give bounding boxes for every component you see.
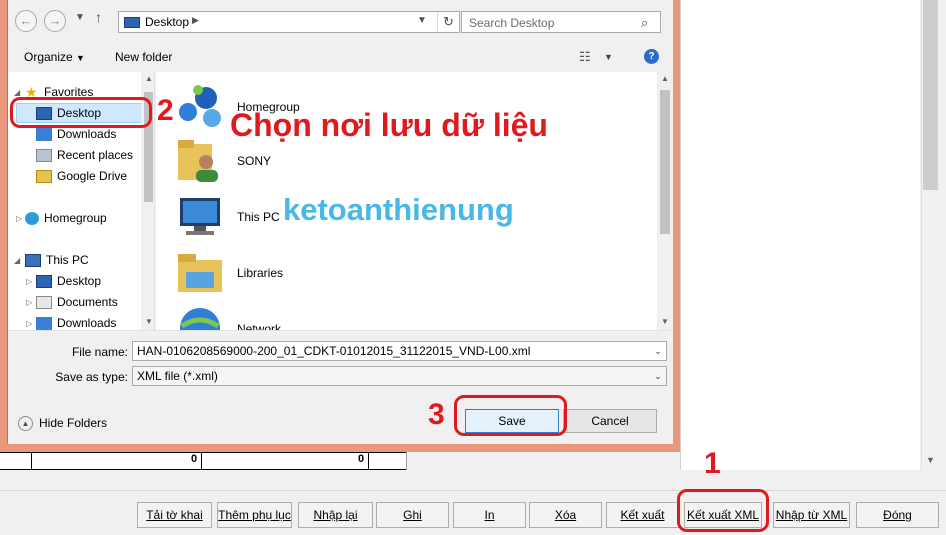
grid-divider <box>368 452 369 470</box>
user-folder-icon <box>178 140 218 182</box>
file-name: Network <box>237 322 282 330</box>
scrollbar-thumb[interactable] <box>923 0 938 190</box>
desktop-icon <box>36 275 52 289</box>
step-number-1: 1 <box>704 447 721 480</box>
address-bar[interactable]: Desktop ▶ ▼ ↻ <box>118 11 460 33</box>
file-name-field[interactable]: HAN-0106208569000-200_01_CDKT-01012015_3… <box>132 341 667 361</box>
import-xml-button[interactable]: Nhập từ XML <box>773 502 850 528</box>
recent-places-icon <box>36 149 52 163</box>
delete-button[interactable]: Xóa <box>529 502 602 528</box>
up-arrow-icon[interactable]: ↑ <box>95 9 102 25</box>
grid-divider <box>201 452 202 470</box>
chevron-down-icon: ▼ <box>76 53 85 63</box>
print-button[interactable]: In <box>453 502 526 528</box>
search-input[interactable]: Search Desktop ⌕ <box>461 11 661 33</box>
address-dropdown-icon[interactable]: ▼ <box>417 15 427 26</box>
sidebar-item-pc-downloads[interactable]: Downloads <box>36 313 116 330</box>
address-location[interactable]: Desktop <box>145 15 189 29</box>
organize-button[interactable]: Organize ▼ <box>24 50 85 64</box>
sidebar-item-documents[interactable]: Documents <box>36 292 118 312</box>
network-icon <box>180 308 220 330</box>
downloads-icon <box>36 128 52 142</box>
libraries-icon <box>178 254 222 292</box>
save-as-type-select[interactable]: XML file (*.xml) ⌄ <box>132 366 667 386</box>
sidebar-item-recent-places[interactable]: Recent places <box>36 145 133 165</box>
file-name: SONY <box>237 154 272 168</box>
downloads-icon <box>36 317 52 330</box>
save-as-type-label: Save as type: <box>55 370 128 384</box>
step-number-2: 2 <box>157 94 174 127</box>
hide-folders-button[interactable]: ▲ Hide Folders <box>18 416 107 432</box>
chevron-down-icon[interactable]: ⌄ <box>650 342 666 360</box>
highlight-export-xml-oval <box>677 489 769 532</box>
homegroup-icon <box>25 212 39 226</box>
scroll-up-arrow-icon[interactable]: ▲ <box>661 74 669 83</box>
help-icon[interactable]: ? <box>644 49 659 64</box>
expanded-triangle-icon[interactable]: ◢ <box>14 88 20 97</box>
collapse-arrow-icon: ▲ <box>18 416 33 432</box>
expanded-triangle-icon[interactable]: ◢ <box>14 256 20 265</box>
change-view-icon[interactable]: ☷ <box>579 49 591 65</box>
step-number-3: 3 <box>428 398 445 431</box>
search-icon: ⌕ <box>641 15 649 30</box>
form-panel <box>680 0 920 470</box>
file-name-label: File name: <box>71 345 128 359</box>
table-cell-value: 0 <box>358 453 365 465</box>
file-name: Libraries <box>237 266 284 280</box>
close-button[interactable]: Đóng <box>856 502 939 528</box>
forward-arrow-icon[interactable]: → <box>44 10 66 32</box>
collapsed-triangle-icon[interactable]: ▷ <box>26 277 32 286</box>
collapsed-triangle-icon[interactable]: ▷ <box>26 298 32 307</box>
sidebar-item-homegroup[interactable]: Homegroup <box>25 208 107 228</box>
new-folder-button[interactable]: New folder <box>115 50 172 64</box>
export-button[interactable]: Kết xuất <box>606 502 679 528</box>
scroll-down-arrow-icon[interactable]: ▼ <box>661 317 669 326</box>
highlight-desktop-oval <box>10 97 152 128</box>
collapsed-triangle-icon[interactable]: ▷ <box>26 319 32 328</box>
file-name: This PC <box>237 210 280 224</box>
file-scrollbar-thumb[interactable] <box>660 90 670 234</box>
this-pc-icon <box>25 254 41 268</box>
table-cell-value: 0 <box>191 453 198 465</box>
back-arrow-icon[interactable]: ← <box>15 10 37 32</box>
watermark-text: ketoanthienung <box>283 192 514 227</box>
highlight-save-oval <box>454 395 567 436</box>
breadcrumb-chevron-icon[interactable]: ▶ <box>192 15 199 26</box>
search-placeholder: Search Desktop <box>469 16 555 30</box>
reenter-button[interactable]: Nhập lại <box>298 502 373 528</box>
sidebar-item-pc-desktop[interactable]: Desktop <box>36 271 101 291</box>
command-bar: Organize ▼ New folder ☷ ▼ ? <box>8 44 673 72</box>
table-empty-area <box>406 452 680 470</box>
annotation-title: Chọn nơi lưu dữ liệu <box>230 107 548 143</box>
file-name-value[interactable]: HAN-0106208569000-200_01_CDKT-01012015_3… <box>137 344 530 358</box>
save-record-button[interactable]: Ghi <box>376 502 449 528</box>
refresh-icon[interactable]: ↻ <box>437 12 459 32</box>
grid-divider <box>31 452 32 470</box>
scroll-down-arrow-icon[interactable]: ▼ <box>145 317 153 326</box>
computer-icon <box>180 198 220 235</box>
load-declaration-button[interactable]: Tải tờ khai <box>137 502 212 528</box>
sidebar-item-google-drive[interactable]: Google Drive <box>36 166 127 186</box>
cancel-button[interactable]: Cancel <box>563 409 657 433</box>
homegroup-icon <box>179 85 221 127</box>
view-options-dropdown-icon[interactable]: ▼ <box>604 52 613 62</box>
collapsed-triangle-icon[interactable]: ▷ <box>16 214 22 223</box>
google-drive-icon <box>36 170 52 184</box>
address-toolbar: ← → ▼ ↑ Desktop ▶ ▼ ↻ Search Desktop ⌕ <box>8 0 673 44</box>
documents-icon <box>36 296 52 310</box>
recent-locations-dropdown-icon[interactable]: ▼ <box>75 12 85 23</box>
save-form: File name: HAN-0106208569000-200_01_CDKT… <box>8 330 673 444</box>
desktop-icon <box>124 17 140 28</box>
chevron-down-icon[interactable]: ⌄ <box>650 367 666 385</box>
sidebar-item-this-pc[interactable]: This PC <box>25 250 89 270</box>
scroll-up-arrow-icon[interactable]: ▲ <box>145 74 153 83</box>
scroll-down-arrow-icon[interactable]: ▼ <box>921 451 940 470</box>
add-appendix-button[interactable]: Thêm phụ lục <box>217 502 292 528</box>
save-as-type-value[interactable]: XML file (*.xml) <box>137 369 218 383</box>
